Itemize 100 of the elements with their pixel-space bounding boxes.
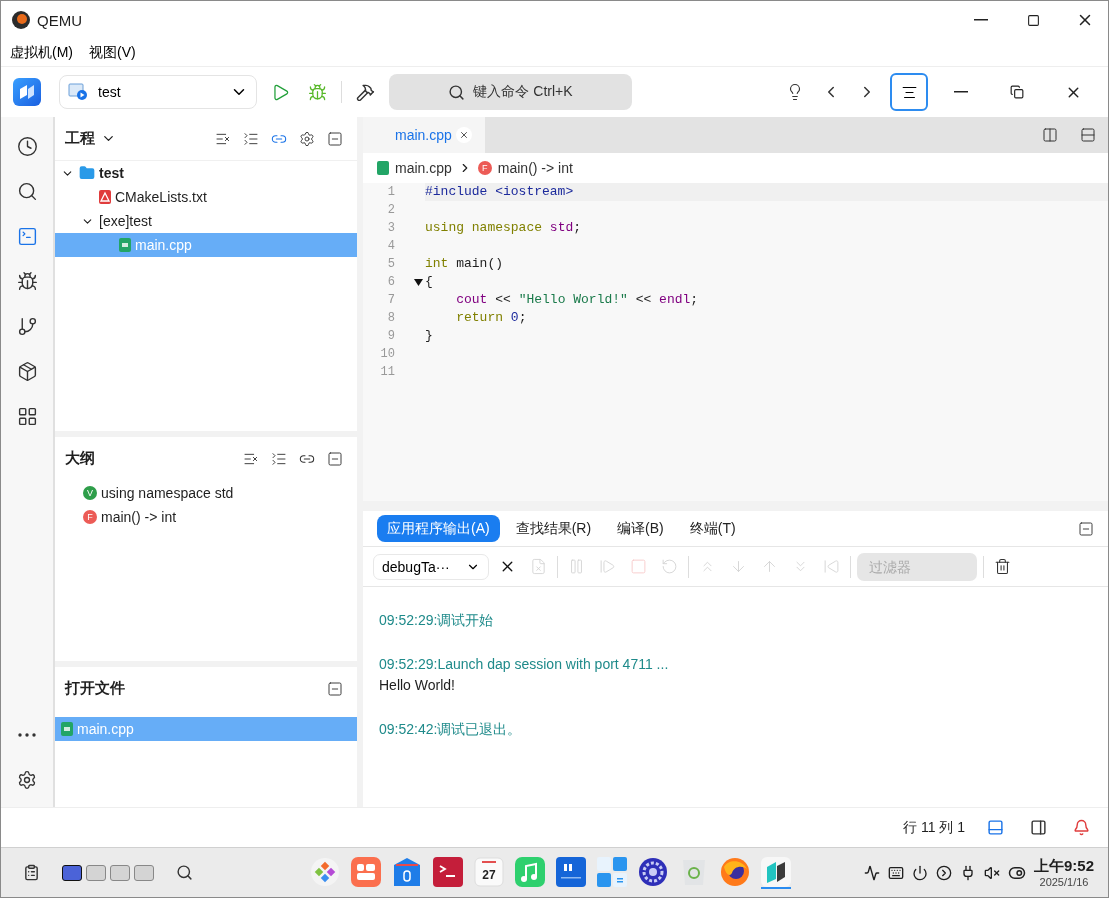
minus-square-icon bbox=[327, 130, 343, 147]
clock-time: 上午9:52 bbox=[1033, 857, 1094, 876]
bug-icon bbox=[16, 270, 38, 292]
calculator-icon[interactable] bbox=[597, 856, 627, 889]
menu-button[interactable] bbox=[890, 73, 928, 111]
output-tab[interactable]: 终端(T) bbox=[679, 515, 746, 542]
ide-icon[interactable] bbox=[761, 856, 791, 889]
output-line: 09:52:42:调试已退出。 bbox=[379, 720, 523, 739]
settings-icon bbox=[299, 130, 315, 147]
close-tab-button[interactable] bbox=[455, 127, 472, 143]
menu-item[interactable]: 视图(V) bbox=[83, 41, 142, 64]
trash-icon bbox=[994, 558, 1011, 575]
symbol-badge: F bbox=[83, 510, 97, 524]
outline-item[interactable]: main() -> int bbox=[101, 509, 177, 525]
tree-item[interactable]: CMakeLists.txt bbox=[55, 185, 357, 209]
bug-icon bbox=[308, 82, 327, 102]
settings-icon bbox=[17, 770, 37, 790]
target-selector[interactable]: test bbox=[59, 75, 257, 109]
workspace-thumbnail[interactable] bbox=[86, 864, 106, 881]
rotate-icon bbox=[661, 558, 678, 575]
function-badge: F bbox=[477, 161, 492, 175]
code-line: using namespace std; bbox=[425, 220, 582, 235]
terminal-icon[interactable] bbox=[433, 856, 463, 889]
list-icon bbox=[271, 450, 287, 467]
rows-icon bbox=[1080, 127, 1096, 143]
mailbox-icon[interactable] bbox=[392, 856, 422, 889]
breadcrumb-item[interactable]: main.cpp bbox=[395, 160, 452, 176]
browser-icon[interactable] bbox=[720, 856, 750, 889]
hammer-icon bbox=[356, 82, 375, 102]
workspace-thumbnail[interactable] bbox=[110, 864, 130, 881]
filter-field[interactable]: 过滤器 bbox=[857, 552, 977, 581]
gear-icon[interactable] bbox=[638, 856, 668, 889]
line-number: 6 bbox=[386, 275, 395, 289]
editor-icon bbox=[16, 225, 38, 247]
arrow-down-icon bbox=[730, 558, 747, 575]
maximize-icon bbox=[1026, 13, 1040, 27]
grid-icon bbox=[16, 405, 38, 427]
line-number: 4 bbox=[386, 239, 395, 253]
line-number: 5 bbox=[386, 257, 395, 271]
branch-icon bbox=[16, 315, 38, 337]
play-icon bbox=[271, 82, 290, 102]
calendar-icon[interactable]: 27 bbox=[474, 856, 504, 889]
output-tab[interactable]: 应用程序输出(A) bbox=[377, 515, 500, 542]
tree-item[interactable]: test bbox=[55, 161, 357, 185]
line-number: 1 bbox=[386, 185, 395, 199]
chevron-circle-icon bbox=[935, 864, 952, 881]
menu-item[interactable]: 虚拟机(M) bbox=[4, 41, 79, 64]
window-title: QEMU bbox=[37, 11, 83, 29]
square-icon bbox=[630, 558, 647, 575]
search-icon bbox=[448, 83, 466, 101]
run-config-icon bbox=[68, 83, 88, 101]
code-line: } bbox=[425, 328, 433, 343]
line-number: 2 bbox=[386, 203, 395, 217]
panel-title: 大纲 bbox=[65, 449, 95, 468]
code-line: cout << "Hello World!" << endl; bbox=[455, 292, 699, 307]
panel-title: 打开文件 bbox=[65, 679, 125, 698]
volume-muted-icon bbox=[983, 864, 1000, 881]
outline-item[interactable]: using namespace std bbox=[101, 485, 234, 501]
line-number: 9 bbox=[386, 329, 395, 343]
minimize-icon bbox=[954, 91, 968, 93]
panel-bottom-icon bbox=[987, 819, 1004, 836]
keyboard-icon bbox=[887, 864, 904, 881]
line-number: 3 bbox=[386, 221, 395, 235]
output-tab[interactable]: 查找结果(R) bbox=[505, 515, 602, 542]
clock-date: 2025/1/16 bbox=[1039, 876, 1089, 888]
close-icon bbox=[458, 130, 469, 140]
session-selector[interactable]: debugTa··· bbox=[373, 553, 489, 580]
list-icon bbox=[243, 130, 259, 147]
code-line: int main() bbox=[425, 256, 504, 271]
breadcrumb-item[interactable]: main() -> int bbox=[497, 160, 573, 176]
panel-title: 工程 bbox=[65, 129, 95, 148]
line-number: 8 bbox=[386, 311, 395, 325]
step-forward-icon bbox=[599, 558, 616, 575]
more-icon bbox=[18, 733, 36, 737]
panel-right-icon bbox=[1030, 819, 1047, 836]
tree-item[interactable]: [exe]test bbox=[55, 209, 357, 233]
code-line: return 0; bbox=[455, 310, 527, 325]
columns-icon bbox=[1042, 127, 1058, 143]
output-line: Hello World! bbox=[379, 676, 456, 695]
output-line: 09:52:29:调试开始 bbox=[379, 611, 495, 630]
power-icon bbox=[911, 864, 928, 881]
search-icon bbox=[16, 180, 38, 202]
output-tab[interactable]: 编译(B) bbox=[607, 515, 674, 542]
clipboard-icon bbox=[23, 864, 40, 881]
app-store-icon[interactable] bbox=[351, 856, 381, 889]
cpp-file-icon bbox=[377, 161, 389, 175]
code-line: { bbox=[425, 274, 433, 289]
minus-square-icon bbox=[327, 450, 343, 467]
workspace-thumbnail[interactable] bbox=[62, 864, 82, 881]
fold-arrow-icon[interactable] bbox=[414, 278, 423, 286]
package-icon bbox=[16, 360, 38, 382]
clear-icon bbox=[530, 558, 547, 575]
bell-icon bbox=[1073, 819, 1090, 836]
command-search-button[interactable]: 键入命令 Ctrl+K bbox=[389, 74, 632, 110]
launcher-icon[interactable] bbox=[310, 856, 340, 889]
app-logo-icon bbox=[13, 78, 41, 106]
editor-tab[interactable]: main.cpp bbox=[363, 117, 485, 153]
quote-icon[interactable] bbox=[556, 856, 586, 889]
minus-square-icon bbox=[1078, 520, 1094, 537]
workspace-thumbnail[interactable] bbox=[134, 864, 154, 881]
